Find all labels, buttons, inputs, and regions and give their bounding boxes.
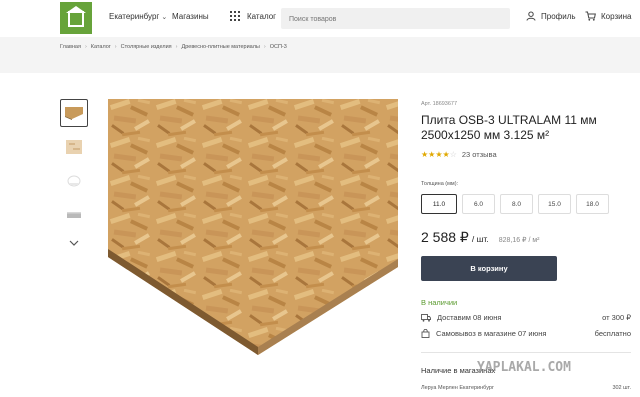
breadcrumb-separator: › bbox=[175, 44, 178, 50]
search-input[interactable] bbox=[281, 9, 510, 30]
breadcrumb-separator: › bbox=[114, 44, 117, 50]
watermark-text: YAPLAKAL.COM bbox=[477, 360, 571, 375]
delivery-row: Доставим 08 июня от 300 ₽ bbox=[421, 313, 631, 322]
store-bag-icon bbox=[421, 329, 430, 338]
thickness-option-6[interactable]: 6.0 bbox=[462, 194, 495, 214]
cart-label: Корзина bbox=[601, 11, 632, 21]
thickness-options: 11.0 6.0 8.0 15.0 18.0 bbox=[421, 194, 614, 214]
product-main-image bbox=[108, 99, 398, 355]
catalog-label: Каталог bbox=[247, 11, 277, 21]
thumbnail-texture[interactable] bbox=[60, 133, 88, 161]
breadcrumb-band: Главная › Каталог › Столярные изделия › Дре… bbox=[0, 37, 640, 73]
thickness-option-8[interactable]: 8.0 bbox=[500, 194, 533, 214]
store-name: Леруа Мерлен Екатеринбург bbox=[421, 385, 494, 391]
city-label: Екатеринбург bbox=[109, 12, 160, 21]
breadcrumb: Главная › Каталог › Столярные изделия › Дре… bbox=[60, 44, 287, 50]
cart-icon bbox=[585, 11, 596, 21]
thumbnail-side-view[interactable] bbox=[60, 167, 88, 195]
breadcrumb-item[interactable]: Главная bbox=[60, 44, 81, 50]
thickness-label: Толщина (мм): bbox=[421, 181, 459, 187]
city-selector[interactable]: Екатеринбург ⌄ bbox=[109, 12, 167, 21]
delivery-label: Доставим 08 июня bbox=[437, 313, 502, 322]
profile-label: Профиль bbox=[541, 11, 576, 21]
cart-link[interactable]: Корзина bbox=[585, 11, 631, 21]
divider bbox=[421, 352, 631, 353]
breadcrumb-separator: › bbox=[84, 44, 87, 50]
store-availability-row[interactable]: Леруа Мерлен Екатеринбург 302 шт. bbox=[421, 385, 631, 391]
reviews-link[interactable]: 23 отзыва bbox=[462, 150, 497, 159]
grid-icon bbox=[230, 11, 240, 21]
search-box bbox=[281, 8, 510, 30]
site-header: Екатеринбург⌄ Магазины Каталог Профиль К… bbox=[0, 0, 640, 37]
add-to-cart-button[interactable]: В корзину bbox=[421, 256, 557, 281]
osb-texture-thumbnail-image bbox=[66, 140, 82, 154]
breadcrumb-item[interactable]: Столярные изделия bbox=[121, 44, 172, 50]
chevron-down-icon: ⌄ bbox=[161, 14, 168, 21]
brand-logo[interactable] bbox=[60, 2, 92, 34]
star-empty-icon: ☆ bbox=[449, 150, 457, 159]
article-number: Арт. 18693677 bbox=[421, 101, 458, 107]
user-icon bbox=[526, 11, 536, 21]
osb-side-thumbnail-image bbox=[67, 175, 81, 187]
breadcrumb-item[interactable]: ОСП-3 bbox=[270, 44, 287, 50]
pickup-row: Самовывоз в магазине 07 июня бесплатно bbox=[421, 329, 631, 338]
delivery-price: от 300 ₽ bbox=[602, 313, 631, 322]
store-quantity: 302 шт. bbox=[612, 385, 631, 391]
stores-link[interactable]: Магазины bbox=[172, 12, 209, 21]
logo-house-shape bbox=[68, 11, 84, 27]
chevron-down-icon[interactable] bbox=[69, 233, 90, 251]
osb-board-thumbnail-image bbox=[65, 107, 83, 120]
thumbnail-stack[interactable] bbox=[60, 201, 88, 229]
price-per-m2: 828,16 ₽ / м² bbox=[498, 237, 540, 244]
catalog-button[interactable]: Каталог bbox=[230, 11, 276, 21]
price-value: 2 588 ₽ bbox=[421, 229, 469, 245]
breadcrumb-item[interactable]: Каталог bbox=[91, 44, 111, 50]
thickness-option-15[interactable]: 15.0 bbox=[538, 194, 571, 214]
breadcrumb-separator: › bbox=[263, 44, 266, 50]
star-half-icon: ★ bbox=[442, 150, 450, 159]
osb-stack-thumbnail-image bbox=[67, 212, 81, 218]
profile-link[interactable]: Профиль bbox=[526, 11, 576, 21]
thumbnail-osb-board[interactable] bbox=[60, 99, 88, 127]
pickup-label: Самовывоз в магазине 07 июня bbox=[436, 329, 547, 338]
in-stock-status: В наличии bbox=[421, 298, 458, 307]
product-rating[interactable]: ★★★★☆ 23 отзыва bbox=[421, 150, 497, 159]
star-icon: ★ bbox=[435, 150, 443, 159]
rating-stars: ★★★★☆ bbox=[421, 150, 457, 159]
product-title: Плита OSB-3 ULTRALAM 11 мм 2500x1250 мм … bbox=[421, 113, 597, 142]
truck-icon bbox=[421, 313, 431, 322]
pickup-price: бесплатно bbox=[594, 329, 631, 338]
price-block: 2 588 ₽ / шт. 828,16 ₽ / м² bbox=[421, 229, 540, 246]
breadcrumb-item[interactable]: Древесно-плитные материалы bbox=[181, 44, 259, 50]
thickness-option-18[interactable]: 18.0 bbox=[576, 194, 609, 214]
price-unit: / шт. bbox=[471, 234, 489, 244]
thumbnail-list bbox=[60, 99, 90, 251]
thickness-option-11[interactable]: 11.0 bbox=[421, 194, 457, 214]
